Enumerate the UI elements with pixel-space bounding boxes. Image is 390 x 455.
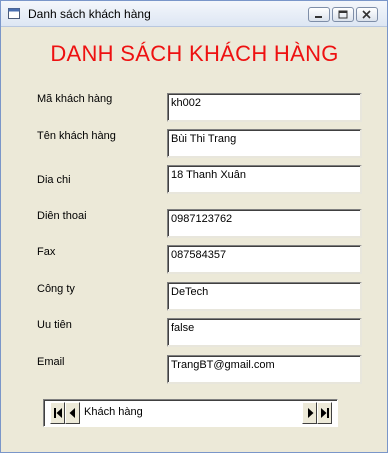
input-ma-khach-hang[interactable]: kh002 (167, 93, 362, 122)
label-cong-ty: Công ty (37, 283, 75, 295)
last-record-button[interactable] (317, 402, 332, 424)
record-navigator: Khách hàng (43, 399, 338, 427)
input-uu-tien[interactable]: false (167, 318, 362, 347)
first-record-button[interactable] (50, 402, 65, 424)
label-fax: Fax (37, 246, 56, 258)
form-heading: DANH SÁCH KHÁCH HÀNG (50, 41, 339, 66)
label-email: Email (37, 356, 65, 368)
last-record-icon (321, 408, 329, 418)
input-dien-thoai[interactable]: 0987123762 (167, 209, 362, 238)
close-button[interactable] (356, 7, 378, 22)
next-record-icon (308, 408, 314, 418)
next-record-button[interactable] (302, 402, 317, 424)
label-ten-khach-hang: Tên khách hàng (37, 130, 116, 142)
app-form-icon (8, 8, 20, 19)
input-email[interactable]: TrangBT@gmail.com (167, 355, 362, 384)
navigator-caption: Khách hàng (84, 406, 143, 418)
label-dia-chi: Dia chi (37, 174, 71, 186)
label-uu-tien: Uu tiên (37, 319, 72, 331)
first-record-icon (54, 408, 62, 418)
form-client-area: DANH SÁCH KHÁCH HÀNG Mã khách hàng kh002… (5, 27, 384, 449)
input-ten-khach-hang[interactable]: Bùi Thi Trang (167, 129, 362, 158)
label-dien-thoai: Diên thoai (37, 210, 87, 222)
previous-record-icon (69, 408, 75, 418)
app-window: Danh sách khách hàng DANH SÁCH KHÁCH HÀN… (0, 0, 388, 453)
input-fax[interactable]: 087584357 (167, 245, 362, 274)
input-dia-chi[interactable]: 18 Thanh Xuân (167, 165, 362, 194)
minimize-icon (315, 16, 322, 18)
input-cong-ty[interactable]: DeTech (167, 282, 362, 311)
maximize-icon (338, 10, 348, 19)
maximize-button[interactable] (332, 7, 354, 22)
minimize-button[interactable] (308, 7, 330, 22)
previous-record-button[interactable] (65, 402, 80, 424)
title-bar[interactable]: Danh sách khách hàng (1, 1, 387, 27)
close-icon (362, 10, 371, 19)
window-title: Danh sách khách hàng (28, 7, 151, 21)
label-ma-khach-hang: Mã khách hàng (37, 93, 113, 105)
